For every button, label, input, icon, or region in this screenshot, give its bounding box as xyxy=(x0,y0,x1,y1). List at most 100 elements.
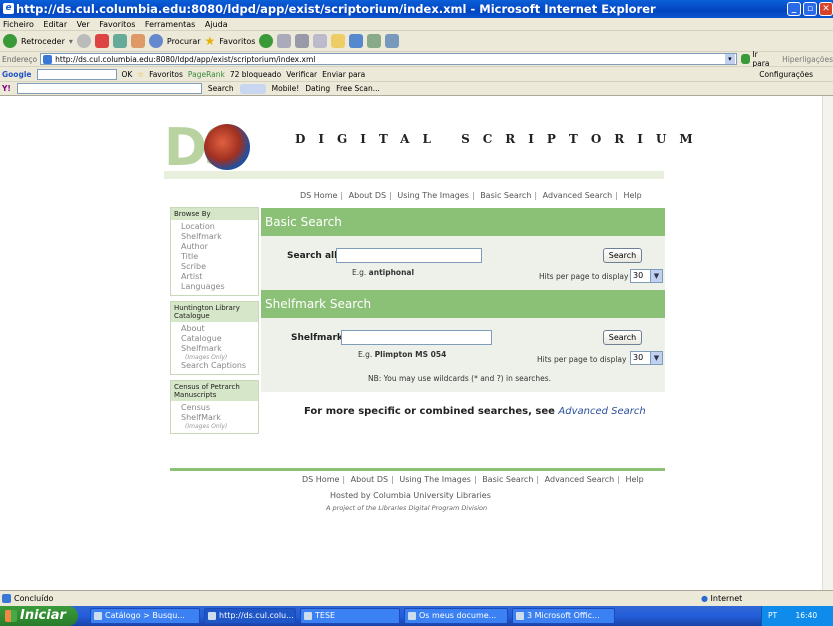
search-button[interactable]: Procurar xyxy=(167,37,201,46)
minimize-button[interactable]: _ xyxy=(787,2,801,16)
basic-search-button[interactable]: Search xyxy=(603,248,642,263)
nav-using-images[interactable]: Using The Images xyxy=(397,191,469,200)
footer-advanced-search[interactable]: Advanced Search xyxy=(545,475,615,484)
google-favorites-button[interactable]: Favoritos xyxy=(149,70,183,79)
links-button[interactable]: Hiperligações xyxy=(782,55,833,64)
go-button[interactable]: Ir para xyxy=(752,50,776,68)
mail-icon[interactable] xyxy=(277,34,292,48)
favorites-button[interactable]: Favoritos xyxy=(219,37,255,46)
maximize-button[interactable]: ▫ xyxy=(803,2,817,16)
forward-arrow-icon[interactable] xyxy=(76,34,91,48)
back-button[interactable]: Retroceder xyxy=(21,37,65,46)
research-icon[interactable] xyxy=(367,34,382,48)
page-done-icon xyxy=(2,594,11,603)
address-input[interactable]: http://ds.cul.columbia.edu:8080/ldpd/app… xyxy=(40,53,737,65)
shelfmark-input[interactable] xyxy=(341,330,492,345)
menu-tools[interactable]: Ferramentas xyxy=(145,20,195,29)
home-icon[interactable] xyxy=(130,34,145,48)
browse-shelfmark[interactable]: Shelfmark xyxy=(171,232,258,242)
google-label[interactable]: Google xyxy=(2,70,32,79)
task-ie-active[interactable]: http://ds.cul.colu... xyxy=(204,608,296,624)
petrarch-census[interactable]: Census xyxy=(171,403,258,413)
footer-about-ds[interactable]: About DS xyxy=(351,475,388,484)
menu-edit[interactable]: Editar xyxy=(43,20,67,29)
google-toolbar: Google OK ☆ Favoritos PageRank 72 bloque… xyxy=(0,67,833,82)
yahoo-mobile-button[interactable]: Mobile! xyxy=(272,84,300,93)
browse-author[interactable]: Author xyxy=(171,242,258,252)
footer-help[interactable]: Help xyxy=(625,475,643,484)
window-title-bar[interactable]: e http://ds.cul.columbia.edu:8080/ldpd/a… xyxy=(0,0,833,18)
footer-using-images[interactable]: Using The Images xyxy=(399,475,471,484)
basic-hits-dropdown-icon[interactable]: ▼ xyxy=(650,270,662,282)
menu-file[interactable]: Ficheiro xyxy=(3,20,34,29)
close-button[interactable]: ✕ xyxy=(819,2,833,16)
google-search-input[interactable] xyxy=(36,68,117,80)
history-icon[interactable] xyxy=(259,34,274,48)
shelf-hits-dropdown-icon[interactable]: ▼ xyxy=(650,352,662,364)
advanced-search-link[interactable]: Advanced Search xyxy=(558,406,645,417)
browse-title[interactable]: Title xyxy=(171,252,258,262)
yahoo-logo-icon[interactable]: Y! xyxy=(2,84,11,93)
extension-icon[interactable] xyxy=(385,34,400,48)
basic-hits-select[interactable]: 30 ▼ xyxy=(630,269,663,283)
huntington-about[interactable]: About xyxy=(171,324,258,334)
go-arrow-icon[interactable] xyxy=(740,54,751,64)
browse-scribe[interactable]: Scribe xyxy=(171,262,258,272)
browse-location[interactable]: Location xyxy=(171,222,258,232)
ie-icon: e xyxy=(3,3,14,14)
huntington-search-captions[interactable]: Search Captions xyxy=(171,361,258,371)
send-to-button[interactable]: Enviar para xyxy=(322,70,365,79)
footer-basic-search[interactable]: Basic Search xyxy=(482,475,533,484)
yahoo-search-button[interactable]: Search xyxy=(208,84,234,93)
yahoo-button-icon[interactable] xyxy=(239,83,266,94)
favorites-star-icon[interactable]: ★ xyxy=(205,34,216,48)
edit-icon[interactable] xyxy=(313,34,328,48)
task-tese[interactable]: TESE xyxy=(300,608,400,624)
back-arrow-icon[interactable] xyxy=(3,34,17,48)
nav-about-ds[interactable]: About DS xyxy=(349,191,386,200)
popup-blocked-button[interactable]: 72 bloqueado xyxy=(230,70,281,79)
huntington-shelfmark-note: (Images Only) xyxy=(185,354,228,361)
print-icon[interactable] xyxy=(295,34,310,48)
shelf-hits-select[interactable]: 30 ▼ xyxy=(630,351,663,365)
menu-help[interactable]: Ajuda xyxy=(205,20,228,29)
start-button[interactable]: Iniciar xyxy=(0,606,78,626)
google-ok-button[interactable]: OK xyxy=(122,70,133,79)
yahoo-search-input[interactable] xyxy=(16,83,202,94)
stop-icon[interactable] xyxy=(94,34,109,48)
huntington-catalogue[interactable]: Catalogue xyxy=(171,334,258,344)
check-button[interactable]: Verificar xyxy=(286,70,317,79)
browse-by-box: Browse By Location Shelfmark Author Titl… xyxy=(170,207,259,296)
browse-languages[interactable]: Languages xyxy=(171,282,258,292)
pagerank-button[interactable]: PageRank xyxy=(188,70,225,79)
yahoo-dating-button[interactable]: Dating xyxy=(305,84,330,93)
refresh-icon[interactable] xyxy=(112,34,127,48)
huntington-shelfmark[interactable]: Shelfmark xyxy=(171,344,258,354)
language-indicator[interactable]: PT xyxy=(768,611,777,620)
page-scrollbar[interactable] xyxy=(822,96,833,590)
petrarch-heading: Census of Petrarch Manuscripts xyxy=(171,381,258,401)
search-icon[interactable] xyxy=(148,34,163,48)
task-my-documents[interactable]: Os meus docume... xyxy=(404,608,508,624)
footer-ds-home[interactable]: DS Home xyxy=(302,475,339,484)
search-all-input[interactable] xyxy=(336,248,482,263)
project-text: A project of the Libraries Digital Progr… xyxy=(326,504,488,512)
nav-advanced-search[interactable]: Advanced Search xyxy=(543,191,613,200)
task-catalogo[interactable]: Catálogo > Busqu... xyxy=(90,608,200,624)
messenger-icon[interactable] xyxy=(349,34,364,48)
menu-favorites[interactable]: Favoritos xyxy=(99,20,135,29)
nav-help[interactable]: Help xyxy=(623,191,641,200)
yahoo-freescan-button[interactable]: Free Scan... xyxy=(336,84,380,93)
address-dropdown-icon[interactable]: ▾ xyxy=(724,54,735,64)
shelfmark-search-button[interactable]: Search xyxy=(603,330,642,345)
nav-ds-home[interactable]: DS Home xyxy=(300,191,337,200)
browse-artist[interactable]: Artist xyxy=(171,272,258,282)
task-ms-office[interactable]: 3 Microsoft Offic... xyxy=(512,608,615,624)
google-settings-button[interactable]: Configurações xyxy=(759,70,813,79)
ds-logo[interactable]: DS xyxy=(164,120,264,182)
back-dropdown-icon[interactable]: ▾ xyxy=(69,37,73,46)
nav-basic-search[interactable]: Basic Search xyxy=(480,191,531,200)
folder-icon[interactable] xyxy=(331,34,346,48)
petrarch-shelfmark[interactable]: ShelfMark xyxy=(171,413,258,423)
menu-view[interactable]: Ver xyxy=(77,20,90,29)
